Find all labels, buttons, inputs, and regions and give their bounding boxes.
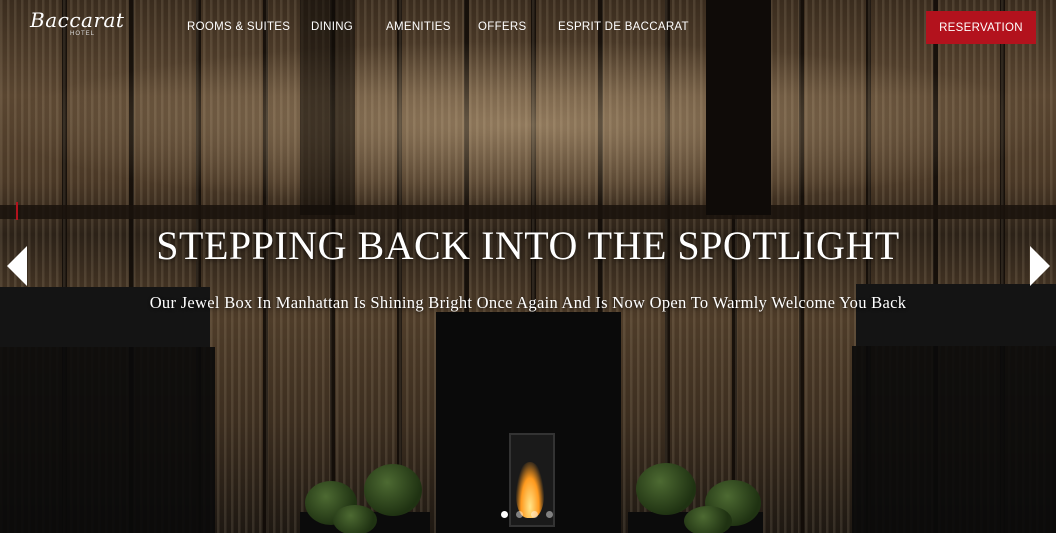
carousel-dots <box>498 511 558 521</box>
shrub <box>364 464 422 516</box>
side-badge-marker <box>16 202 18 220</box>
right-entrance <box>852 346 1056 533</box>
hero-headline: STEPPING BACK INTO THE SPOTLIGHT <box>156 223 900 268</box>
nav-amenities[interactable]: AMENITIES <box>386 21 451 33</box>
fireplace-flame <box>516 462 544 518</box>
left-entrance <box>0 347 215 533</box>
nav-rooms-suites[interactable]: ROOMS & SUITES <box>187 21 290 33</box>
baccarat-logo[interactable]: Baccarat HOTEL <box>30 8 124 44</box>
shrub <box>684 506 732 533</box>
nav-dining[interactable]: DINING <box>311 21 353 33</box>
hero-subheadline: Our Jewel Box In Manhattan Is Shining Br… <box>149 293 907 312</box>
carousel-dot[interactable] <box>516 511 523 518</box>
carousel-next-button[interactable] <box>1028 246 1050 286</box>
carousel-prev-button[interactable] <box>7 246 29 286</box>
carousel-dot[interactable] <box>546 511 553 518</box>
shrub <box>333 505 377 533</box>
chevron-left-icon <box>7 246 27 286</box>
hero-banner: Baccarat HOTEL ROOMS & SUITES DINING AME… <box>0 0 1056 533</box>
nav-esprit-de-baccarat[interactable]: ESPRIT DE BACCARAT <box>558 21 689 33</box>
nav-offers[interactable]: OFFERS <box>478 21 526 33</box>
logo-subtitle: HOTEL <box>70 31 96 37</box>
chandelier-glow <box>0 40 1056 210</box>
facade-column <box>706 0 771 215</box>
shrub <box>636 463 696 515</box>
facade-band <box>0 205 1056 219</box>
logo-wordmark: Baccarat <box>30 8 125 32</box>
carousel-dot[interactable] <box>531 511 538 518</box>
carousel-dot[interactable] <box>501 511 508 518</box>
chevron-right-icon <box>1030 246 1050 286</box>
reservation-button[interactable]: RESERVATION <box>926 11 1036 44</box>
